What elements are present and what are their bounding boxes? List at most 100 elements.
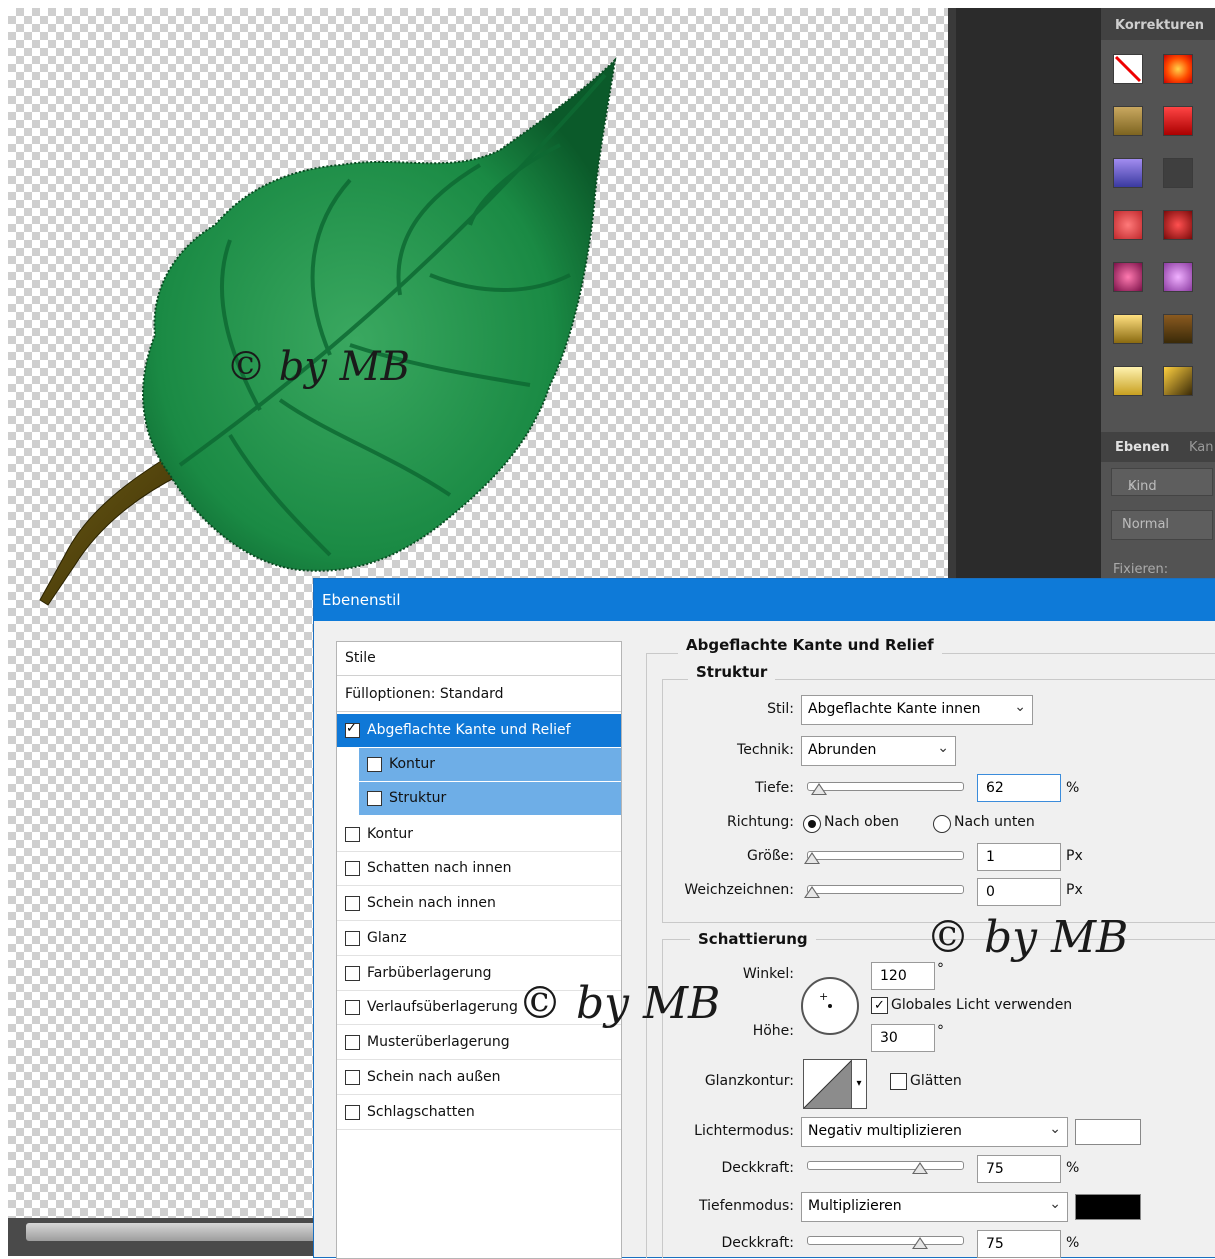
- style-item-label: Struktur: [389, 790, 447, 806]
- scroll-thumb[interactable]: [26, 1223, 316, 1241]
- shadow-opacity-input[interactable]: 75: [977, 1230, 1061, 1258]
- style-swatch[interactable]: [1163, 158, 1193, 188]
- style-item-contour-sub[interactable]: Kontur: [359, 748, 621, 781]
- styles-header-label: Stile: [345, 650, 376, 666]
- style-item-drop-shadow[interactable]: Schlagschatten: [337, 1096, 621, 1130]
- gradient-overlay-checkbox[interactable]: [345, 1000, 360, 1015]
- style-swatch[interactable]: [1113, 366, 1143, 396]
- direction-up-radio[interactable]: [803, 815, 821, 833]
- style-swatch[interactable]: [1113, 158, 1143, 188]
- global-light-label: Globales Licht verwenden: [891, 997, 1073, 1013]
- style-item-label: Kontur: [367, 826, 414, 842]
- shadow-opacity-slider[interactable]: [807, 1236, 964, 1249]
- depth-slider[interactable]: [807, 782, 964, 795]
- styles-list: Stile Fülloptionen: Standard ✓ Abgeflach…: [336, 641, 622, 1259]
- style-item-label: Farbüberlagerung: [367, 965, 492, 981]
- style-item-texture-sub[interactable]: Struktur: [359, 782, 621, 815]
- slider-thumb[interactable]: [804, 852, 820, 864]
- tab-channels[interactable]: Kan: [1189, 440, 1214, 455]
- style-item-label: Schlagschatten: [367, 1104, 475, 1120]
- style-swatch[interactable]: [1113, 262, 1143, 292]
- satin-checkbox[interactable]: [345, 931, 360, 946]
- soften-input[interactable]: 0: [977, 878, 1061, 906]
- soften-unit: Px: [1066, 882, 1083, 898]
- style-swatch[interactable]: [1163, 314, 1193, 344]
- depth-label: Tiefe:: [755, 780, 794, 796]
- style-item-pattern-overlay[interactable]: Musterüberlagerung: [337, 1026, 621, 1060]
- soften-slider[interactable]: [804, 885, 964, 898]
- highlight-opacity-slider[interactable]: [807, 1161, 964, 1174]
- contour-sub-checkbox[interactable]: [367, 757, 382, 772]
- technique-value: Abrunden: [808, 742, 877, 758]
- style-item-inner-glow[interactable]: Schein nach innen: [337, 887, 621, 921]
- tab-layers[interactable]: Ebenen: [1115, 440, 1169, 455]
- angle-value: 120: [880, 968, 907, 984]
- style-item-satin[interactable]: Glanz: [337, 922, 621, 956]
- altitude-unit: °: [937, 1023, 944, 1039]
- shadow-opacity-label: Deckkraft:: [721, 1235, 794, 1251]
- soften-label: Weichzeichnen:: [684, 882, 794, 898]
- gloss-contour-preview[interactable]: [803, 1059, 853, 1109]
- horizontal-scrollbar[interactable]: [8, 1218, 318, 1256]
- global-light-checkbox[interactable]: ✓: [871, 997, 888, 1014]
- inner-glow-checkbox[interactable]: [345, 896, 360, 911]
- pattern-overlay-checkbox[interactable]: [345, 1035, 360, 1050]
- fill-options[interactable]: Fülloptionen: Standard: [337, 678, 621, 712]
- style-item-stroke[interactable]: Kontur: [337, 818, 621, 852]
- drop-shadow-checkbox[interactable]: [345, 1105, 360, 1120]
- style-swatch[interactable]: [1163, 106, 1193, 136]
- radio-dot: [808, 820, 816, 828]
- shadow-color-swatch[interactable]: [1075, 1194, 1141, 1220]
- direction-down-radio[interactable]: [933, 815, 951, 833]
- texture-sub-checkbox[interactable]: [367, 791, 382, 806]
- chevron-down-icon: ⌄: [1049, 1196, 1061, 1212]
- highlight-mode-select[interactable]: Negativ multiplizieren ⌄: [801, 1117, 1068, 1147]
- style-item-outer-glow[interactable]: Schein nach außen: [337, 1061, 621, 1095]
- style-swatch[interactable]: [1113, 210, 1143, 240]
- technique-select[interactable]: Abrunden ⌄: [801, 736, 956, 766]
- angle-input[interactable]: 120: [871, 962, 935, 990]
- inner-shadow-checkbox[interactable]: [345, 861, 360, 876]
- layer-filter-kind[interactable]: ⌕ Kind: [1111, 468, 1213, 496]
- bevel-emboss-checkbox[interactable]: ✓: [345, 721, 360, 738]
- check-icon: ✓: [346, 721, 357, 736]
- style-swatch[interactable]: [1163, 210, 1193, 240]
- slider-thumb[interactable]: [912, 1237, 928, 1249]
- size-input[interactable]: 1: [977, 843, 1061, 871]
- shadow-mode-select[interactable]: Multiplizieren ⌄: [801, 1192, 1068, 1222]
- highlight-opacity-value: 75: [986, 1161, 1004, 1177]
- gloss-contour-dropdown[interactable]: ▾: [851, 1059, 867, 1109]
- depth-value: 62: [986, 780, 1004, 796]
- stroke-checkbox[interactable]: [345, 827, 360, 842]
- styles-header[interactable]: Stile: [337, 642, 621, 676]
- light-angle-icon: +: [819, 990, 832, 1008]
- style-swatch[interactable]: [1163, 366, 1193, 396]
- chevron-down-icon: ⌄: [1049, 1121, 1061, 1137]
- style-item-inner-shadow[interactable]: Schatten nach innen: [337, 852, 621, 886]
- slider-thumb[interactable]: [804, 886, 820, 898]
- slider-thumb[interactable]: [912, 1162, 928, 1174]
- style-item-bevel-emboss[interactable]: ✓ Abgeflachte Kante und Relief: [337, 714, 621, 747]
- bevel-style-select[interactable]: Abgeflachte Kante innen ⌄: [801, 695, 1033, 725]
- style-swatch[interactable]: [1113, 314, 1143, 344]
- adjustments-tab[interactable]: Korrekturen: [1101, 8, 1215, 40]
- size-value: 1: [986, 849, 995, 865]
- blend-mode-select[interactable]: Normal: [1111, 510, 1213, 540]
- dialog-titlebar[interactable]: Ebenenstil: [314, 579, 1215, 621]
- style-swatch-none[interactable]: [1113, 54, 1143, 84]
- depth-input[interactable]: 62: [977, 774, 1061, 802]
- shadow-mode-value: Multiplizieren: [808, 1198, 902, 1214]
- outer-glow-checkbox[interactable]: [345, 1070, 360, 1085]
- slider-thumb[interactable]: [811, 783, 827, 795]
- altitude-input[interactable]: 30: [871, 1024, 935, 1052]
- style-swatch[interactable]: [1113, 106, 1143, 136]
- highlight-opacity-input[interactable]: 75: [977, 1155, 1061, 1183]
- style-item-label: Glanz: [367, 930, 407, 946]
- size-slider[interactable]: [804, 851, 964, 864]
- color-overlay-checkbox[interactable]: [345, 966, 360, 981]
- highlight-color-swatch[interactable]: [1075, 1119, 1141, 1145]
- style-swatch[interactable]: [1163, 54, 1193, 84]
- angle-dial[interactable]: +: [801, 977, 859, 1035]
- style-swatch[interactable]: [1163, 262, 1193, 292]
- antialias-checkbox[interactable]: [890, 1073, 907, 1090]
